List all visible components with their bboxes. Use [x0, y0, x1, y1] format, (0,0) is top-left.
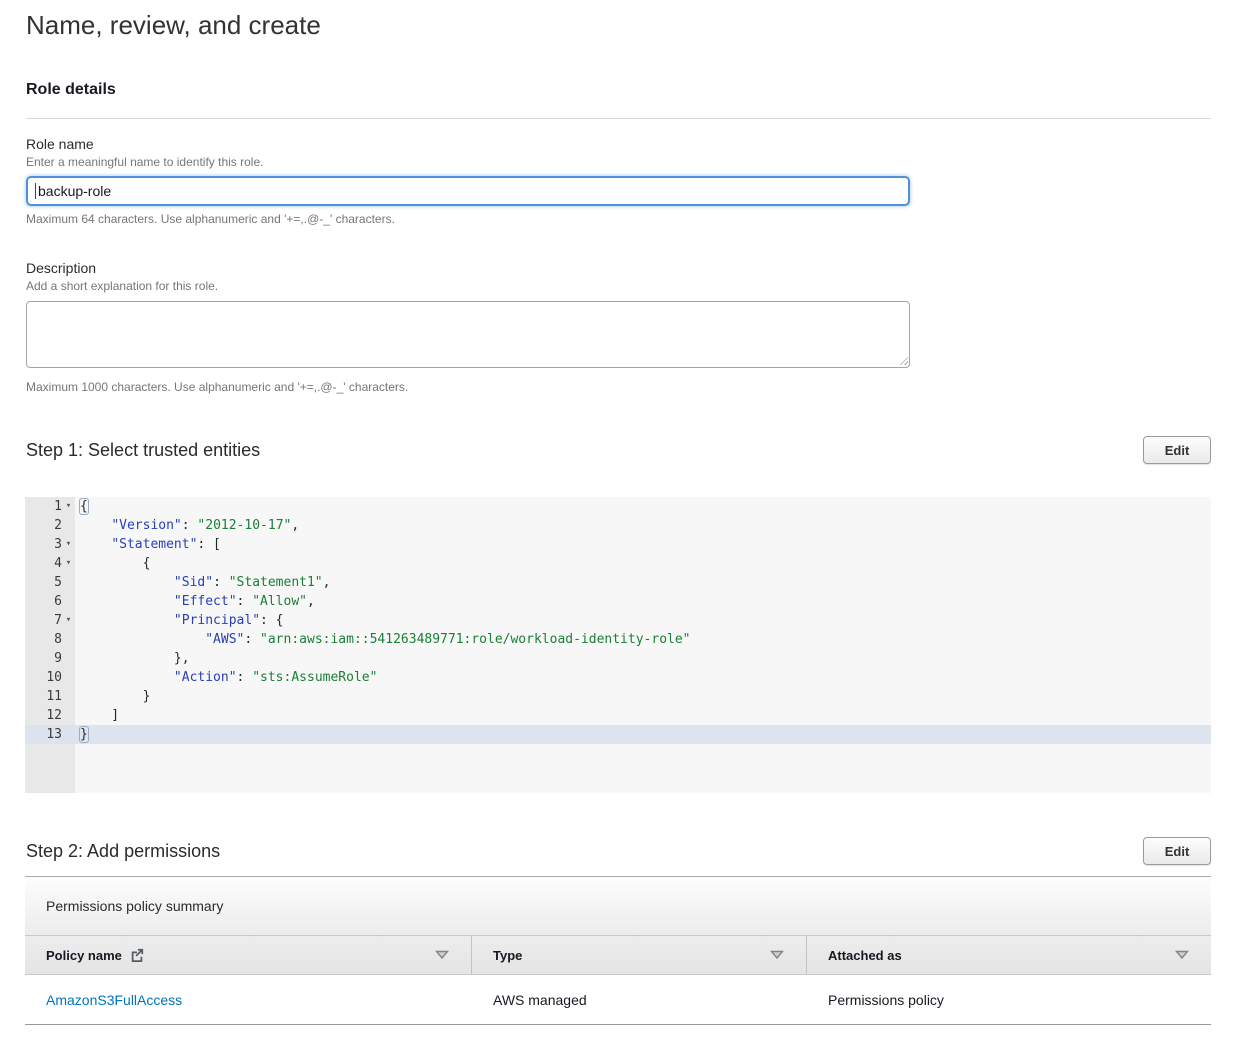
column-header-type[interactable]: Type — [472, 936, 807, 974]
step1-header-row: Step 1: Select trusted entities Edit — [26, 436, 1211, 464]
code-line: 2 "Version": "2012-10-17", — [25, 516, 1211, 535]
code-line-text: ] — [75, 706, 1211, 725]
role-name-helper: Enter a meaningful name to identify this… — [26, 156, 1211, 169]
permissions-table-body: AmazonS3FullAccess AWS managedPermissions… — [25, 975, 1211, 1025]
code-line-text: "Effect": "Allow", — [75, 592, 1211, 611]
role-name-label: Role name — [26, 137, 1211, 152]
fold-toggle-icon[interactable]: ▾ — [62, 554, 75, 573]
description-textarea-wrap — [26, 301, 910, 368]
line-number: 7 — [54, 611, 62, 630]
code-line: 13} — [25, 725, 1211, 744]
code-line-text: "Principal": { — [75, 611, 1211, 630]
line-number: 5 — [54, 573, 62, 592]
line-number-gutter: 12 — [25, 706, 75, 725]
code-line: 9 }, — [25, 649, 1211, 668]
code-line: 12 ] — [25, 706, 1211, 725]
filter-dropdown-icon[interactable] — [435, 950, 449, 960]
filter-dropdown-icon[interactable] — [1175, 950, 1189, 960]
editor-filler — [25, 744, 1211, 793]
line-number-gutter: 5 — [25, 573, 75, 592]
code-line: 1▾{ — [25, 497, 1211, 516]
code-line: 5 "Sid": "Statement1", — [25, 573, 1211, 592]
code-line: 4▾ { — [25, 554, 1211, 573]
line-number: 4 — [54, 554, 62, 573]
line-number-gutter: 9 — [25, 649, 75, 668]
editor-gutter — [25, 744, 75, 793]
step1-heading: Step 1: Select trusted entities — [26, 436, 260, 461]
role-details-heading: Role details — [26, 81, 1211, 98]
code-line-text: { — [75, 497, 1211, 516]
policy-name-link[interactable]: AmazonS3FullAccess — [46, 992, 182, 1008]
line-number-gutter: 2 — [25, 516, 75, 535]
column-header-attached-as[interactable]: Attached as — [807, 936, 1211, 974]
code-line-text: "AWS": "arn:aws:iam::541263489771:role/w… — [75, 630, 1211, 649]
role-name-input[interactable] — [26, 176, 910, 206]
fold-toggle-icon[interactable]: ▾ — [62, 611, 75, 630]
code-line: 3▾ "Statement": [ — [25, 535, 1211, 554]
section-divider — [26, 118, 1211, 119]
external-link-icon — [130, 948, 144, 962]
column-header-label: Attached as — [828, 948, 902, 963]
line-number-gutter: 4▾ — [25, 554, 75, 573]
line-number: 13 — [46, 725, 62, 744]
code-line: 11 } — [25, 687, 1211, 706]
line-number: 9 — [54, 649, 62, 668]
code-line-text: } — [75, 687, 1211, 706]
code-lines: 1▾{2 "Version": "2012-10-17",3▾ "Stateme… — [25, 497, 1211, 744]
line-number: 1 — [54, 497, 62, 516]
line-number: 6 — [54, 592, 62, 611]
step2-heading: Step 2: Add permissions — [26, 837, 220, 862]
code-line-text: "Statement": [ — [75, 535, 1211, 554]
line-number: 2 — [54, 516, 62, 535]
description-helper: Add a short explanation for this role. — [26, 280, 1211, 293]
page-container: Name, review, and create Role details Ro… — [0, 0, 1242, 1025]
line-number-gutter: 6 — [25, 592, 75, 611]
column-header-policy-name[interactable]: Policy name — [25, 936, 472, 974]
filter-dropdown-icon[interactable] — [770, 950, 784, 960]
attached-as-cell: Permissions policy — [807, 992, 1211, 1008]
fold-toggle-icon[interactable]: ▾ — [62, 535, 75, 554]
permissions-panel-title: Permissions policy summary — [25, 877, 1211, 935]
line-number: 10 — [46, 668, 62, 687]
code-line: 6 "Effect": "Allow", — [25, 592, 1211, 611]
step2-edit-button[interactable]: Edit — [1143, 837, 1211, 865]
line-number-gutter: 11 — [25, 687, 75, 706]
table-row: AmazonS3FullAccess AWS managedPermissions… — [25, 975, 1211, 1025]
text-caret — [35, 183, 36, 199]
line-number: 8 — [54, 630, 62, 649]
column-header-label: Policy name — [46, 948, 122, 963]
code-line: 7▾ "Principal": { — [25, 611, 1211, 630]
description-textarea[interactable] — [26, 301, 910, 368]
code-line: 8 "AWS": "arn:aws:iam::541263489771:role… — [25, 630, 1211, 649]
policy-type-cell: AWS managed — [472, 992, 807, 1008]
line-number: 12 — [46, 706, 62, 725]
code-line-text: "Sid": "Statement1", — [75, 573, 1211, 592]
fold-toggle-icon[interactable]: ▾ — [62, 497, 75, 516]
description-label: Description — [26, 261, 1211, 276]
role-name-hint: Maximum 64 characters. Use alphanumeric … — [26, 213, 1211, 226]
permissions-table-header: Policy name Type Attached as — [25, 935, 1211, 975]
permissions-panel: Permissions policy summary Policy name Ty… — [25, 876, 1211, 1025]
role-name-input-wrap — [26, 176, 910, 206]
code-line-text: } — [75, 725, 1211, 744]
line-number-gutter: 13 — [25, 725, 75, 744]
code-line-text: { — [75, 554, 1211, 573]
code-line-text: "Version": "2012-10-17", — [75, 516, 1211, 535]
line-number-gutter: 7▾ — [25, 611, 75, 630]
line-number: 3 — [54, 535, 62, 554]
line-number: 11 — [46, 687, 62, 706]
column-header-label: Type — [493, 948, 522, 963]
line-number-gutter: 3▾ — [25, 535, 75, 554]
code-line: 10 "Action": "sts:AssumeRole" — [25, 668, 1211, 687]
line-number-gutter: 1▾ — [25, 497, 75, 516]
trust-policy-code-editor[interactable]: 1▾{2 "Version": "2012-10-17",3▾ "Stateme… — [25, 497, 1211, 793]
step1-edit-button[interactable]: Edit — [1143, 436, 1211, 464]
page-title: Name, review, and create — [26, 10, 1211, 41]
line-number-gutter: 8 — [25, 630, 75, 649]
code-line-text: }, — [75, 649, 1211, 668]
line-number-gutter: 10 — [25, 668, 75, 687]
code-line-text: "Action": "sts:AssumeRole" — [75, 668, 1211, 687]
step2-header-row: Step 2: Add permissions Edit — [26, 837, 1211, 865]
description-hint: Maximum 1000 characters. Use alphanumeri… — [26, 381, 1211, 394]
